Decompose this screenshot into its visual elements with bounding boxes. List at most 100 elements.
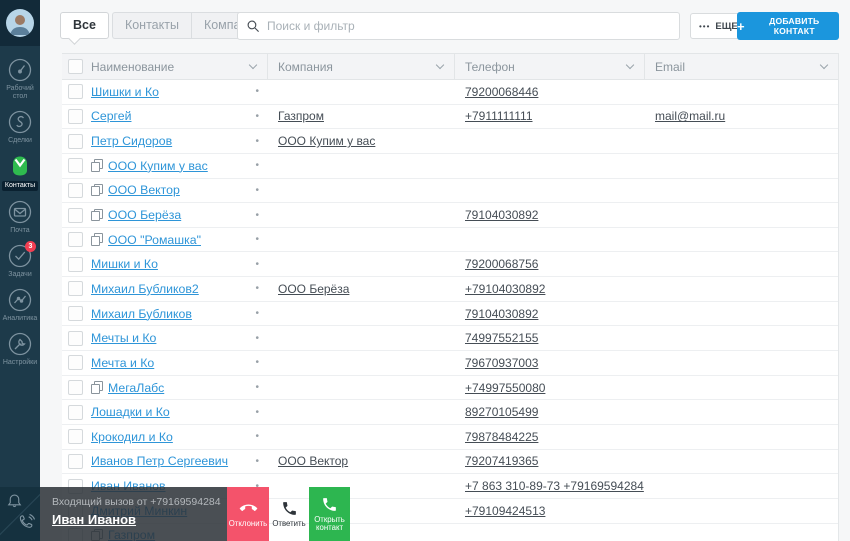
row-phone-link[interactable]: 79104030892 bbox=[465, 307, 538, 321]
caller-name-link[interactable]: Иван Иванов bbox=[52, 512, 136, 527]
row-phone-link[interactable]: +7 863 310-89-73 +79169594284 bbox=[465, 479, 644, 493]
row-phone-link[interactable]: 79207419365 bbox=[465, 454, 538, 468]
row-checkbox[interactable] bbox=[68, 355, 83, 371]
sidebar-item-mail[interactable]: Почта bbox=[0, 200, 40, 235]
row-checkbox[interactable] bbox=[68, 158, 83, 174]
row-name-link[interactable]: Михаил Бубликов bbox=[91, 307, 192, 321]
row-checkbox[interactable] bbox=[68, 84, 83, 100]
row-name-link[interactable]: ООО Купим у вас bbox=[108, 159, 208, 173]
sidebar-item-analytics[interactable]: Аналитика bbox=[0, 288, 40, 323]
phone-widget-icon[interactable] bbox=[16, 512, 37, 538]
row-phone-link[interactable]: 79200068446 bbox=[465, 85, 538, 99]
settings-icon bbox=[8, 332, 32, 356]
chevron-down-icon[interactable] bbox=[625, 60, 635, 70]
column-header-phone: Телефон bbox=[455, 54, 645, 79]
call-info: Входящий вызов от +79169594284 Иван Иван… bbox=[40, 487, 227, 541]
sidebar-item-deals[interactable]: Сделки bbox=[0, 110, 40, 145]
sidebar-item-label: Контакты bbox=[1, 181, 39, 191]
row-company-link[interactable]: ООО Купим у вас bbox=[278, 134, 375, 148]
row-checkbox[interactable] bbox=[68, 207, 83, 223]
row-checkbox[interactable] bbox=[68, 404, 83, 420]
tab-contacts[interactable]: Контакты bbox=[111, 12, 191, 39]
row-checkbox[interactable] bbox=[68, 256, 83, 272]
row-name-link[interactable]: ООО "Ромашка" bbox=[108, 233, 201, 247]
sidebar-item-dashboard[interactable]: Рабочий стол bbox=[0, 58, 40, 101]
row-name-link[interactable]: МегаЛабс bbox=[108, 381, 164, 395]
row-name-link[interactable]: Крокодил и Ко bbox=[91, 430, 173, 444]
row-email-link[interactable]: mail@mail.ru bbox=[655, 109, 725, 123]
decline-call-button[interactable]: Отклонить bbox=[227, 487, 269, 541]
row-phone-link[interactable]: 79878484225 bbox=[465, 430, 538, 444]
company-icon bbox=[91, 233, 103, 246]
row-name-link[interactable]: Сергей bbox=[91, 109, 131, 123]
row-name-link[interactable]: Михаил Бубликов2 bbox=[91, 282, 199, 296]
avatar-block bbox=[0, 0, 40, 46]
add-contact-button[interactable]: + ДОБАВИТЬ КОНТАКТ bbox=[737, 12, 839, 40]
row-phone-link[interactable]: +79109424513 bbox=[465, 504, 545, 518]
table-body: Шишки и Ко • 79200068446 Сергей • Газпро… bbox=[62, 80, 838, 541]
answer-call-button[interactable]: Ответить bbox=[269, 487, 309, 541]
row-company-link[interactable]: ООО Берёза bbox=[278, 282, 349, 296]
row-checkbox[interactable] bbox=[68, 133, 83, 149]
row-name-link[interactable]: Иванов Петр Сергеевич bbox=[91, 454, 228, 468]
row-company-link[interactable]: Газпром bbox=[278, 109, 324, 123]
avatar[interactable] bbox=[6, 9, 34, 37]
chevron-down-icon[interactable] bbox=[819, 60, 829, 70]
row-checkbox[interactable] bbox=[68, 182, 83, 198]
sidebar-item-contacts[interactable]: Контакты bbox=[0, 154, 40, 191]
chevron-down-icon[interactable] bbox=[435, 60, 445, 70]
row-name-link[interactable]: Мишки и Ко bbox=[91, 257, 158, 271]
row-name-link[interactable]: Петр Сидоров bbox=[91, 134, 172, 148]
row-checkbox[interactable] bbox=[68, 281, 83, 297]
tab-all[interactable]: Все bbox=[60, 12, 109, 39]
row-phone-link[interactable]: 74997552155 bbox=[465, 331, 538, 345]
row-name-link[interactable]: ООО Берёза bbox=[108, 208, 181, 222]
row-end-dot: • bbox=[255, 455, 259, 467]
row-end-dot: • bbox=[255, 160, 259, 172]
row-checkbox[interactable] bbox=[68, 232, 83, 248]
plus-icon: + bbox=[737, 18, 745, 34]
company-icon bbox=[91, 183, 103, 197]
row-name-link[interactable]: Шишки и Ко bbox=[91, 85, 159, 99]
table-row: Шишки и Ко • 79200068446 bbox=[62, 80, 838, 105]
row-company-link[interactable]: ООО Вектор bbox=[278, 454, 348, 468]
row-name-link[interactable]: Мечты и Ко bbox=[91, 331, 156, 345]
column-header-name: Наименование bbox=[62, 54, 268, 79]
search-input[interactable] bbox=[267, 19, 671, 33]
row-phone-link[interactable]: 79104030892 bbox=[465, 208, 538, 222]
table-row: Петр Сидоров • ООО Купим у вас bbox=[62, 129, 838, 154]
row-end-dot: • bbox=[255, 209, 259, 221]
chevron-down-icon[interactable] bbox=[248, 60, 258, 70]
open-contact-button[interactable]: Открыть контакт bbox=[309, 487, 350, 541]
select-all-checkbox[interactable] bbox=[68, 59, 83, 74]
search-icon bbox=[247, 20, 259, 32]
avatar-person-icon bbox=[10, 15, 30, 35]
row-phone-link[interactable]: +7911111111 bbox=[465, 109, 533, 123]
row-checkbox[interactable] bbox=[68, 453, 83, 469]
hangup-icon bbox=[239, 504, 257, 511]
contacts-icon bbox=[8, 154, 32, 178]
row-end-dot: • bbox=[255, 283, 259, 295]
row-checkbox[interactable] bbox=[68, 330, 83, 346]
row-end-dot: • bbox=[255, 431, 259, 443]
column-header-company: Компания bbox=[268, 54, 455, 79]
mail-icon bbox=[8, 200, 32, 224]
table-row: ООО Купим у вас • bbox=[62, 153, 838, 179]
company-icon bbox=[91, 381, 103, 394]
sidebar-item-settings[interactable]: Настройки bbox=[0, 332, 40, 367]
row-checkbox[interactable] bbox=[68, 108, 83, 124]
sidebar-item-tasks[interactable]: 3 Задачи bbox=[0, 241, 40, 279]
row-name-link[interactable]: Мечта и Ко bbox=[91, 356, 154, 370]
row-phone-link[interactable]: 79670937003 bbox=[465, 356, 538, 370]
row-checkbox[interactable] bbox=[68, 429, 83, 445]
row-checkbox[interactable] bbox=[68, 306, 83, 322]
sidebar-nav: Рабочий стол Сделки Контакты Почта 3 Зад… bbox=[0, 46, 40, 376]
row-phone-link[interactable]: 79200068756 bbox=[465, 257, 538, 271]
row-phone-link[interactable]: +74997550080 bbox=[465, 381, 545, 395]
row-end-dot: • bbox=[255, 184, 259, 196]
row-phone-link[interactable]: +79104030892 bbox=[465, 282, 545, 296]
row-name-link[interactable]: ООО Вектор bbox=[108, 183, 180, 197]
row-name-link[interactable]: Лошадки и Ко bbox=[91, 405, 170, 419]
row-checkbox[interactable] bbox=[68, 380, 83, 395]
row-phone-link[interactable]: 89270105499 bbox=[465, 405, 538, 419]
